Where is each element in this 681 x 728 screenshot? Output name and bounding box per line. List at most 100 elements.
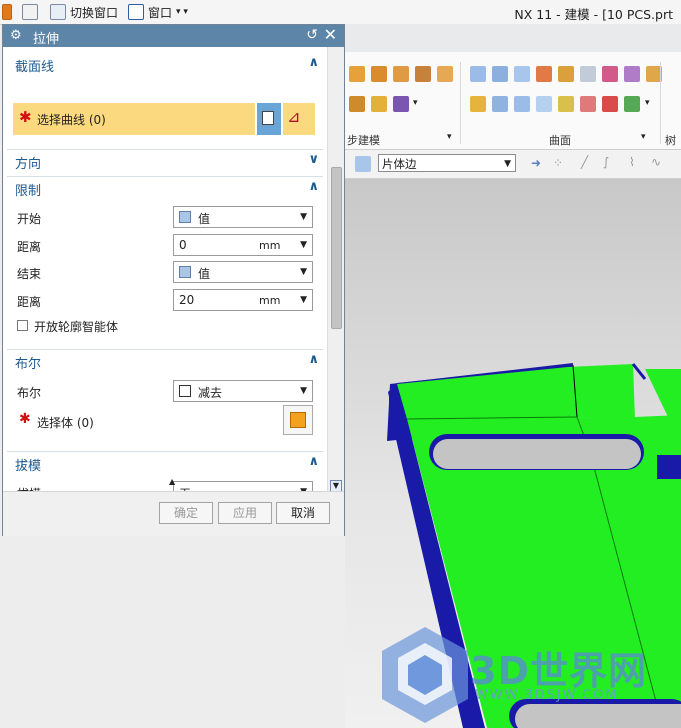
feature-icon-8[interactable]	[393, 96, 409, 112]
reset-icon[interactable]: ↺	[306, 27, 318, 43]
boolean-dropdown[interactable]: 减去 ▼	[173, 380, 313, 402]
section-header-curves[interactable]: 截面线 ∧	[7, 53, 323, 75]
arrow-right-icon[interactable]: ➜	[531, 156, 541, 170]
group-dropdown-icon[interactable]: ▾	[447, 132, 452, 142]
ribbon-group-label-sync: 步建模	[347, 134, 380, 147]
app-menu-icon[interactable]	[2, 4, 12, 20]
window-icon[interactable]	[128, 4, 145, 20]
start-option-dropdown[interactable]: 值 ▼	[173, 206, 313, 228]
snap-point-icon[interactable]: ⁘	[553, 156, 563, 170]
section-header-limits[interactable]: 限制 ∧	[7, 176, 323, 199]
chevron-down-icon[interactable]: ▼	[300, 240, 307, 250]
section-header-boolean[interactable]: 布尔 ∧	[7, 349, 323, 372]
watermark-logo	[380, 625, 470, 728]
close-icon[interactable]: ✕	[324, 25, 337, 44]
selection-filter-value: 片体边	[382, 157, 417, 171]
cancel-button[interactable]: 取消	[276, 502, 330, 524]
chevron-up-icon[interactable]: ∧	[308, 55, 319, 70]
section-label: 拔模	[15, 459, 42, 474]
quick-access-toolbar: 切换窗口 窗口 ▾ ▾	[2, 4, 188, 20]
expand-more-icon[interactable]: ▲	[169, 477, 175, 486]
surface-icon-2[interactable]	[492, 66, 508, 82]
surface-icon-17[interactable]	[624, 96, 640, 112]
surface-icon-12[interactable]	[514, 96, 530, 112]
chevron-down-icon[interactable]: ∨	[308, 152, 319, 167]
switch-window-icon[interactable]	[50, 4, 66, 20]
surface-icon-13[interactable]	[536, 96, 552, 112]
title-bar: 切换窗口 窗口 ▾ ▾ NX 11 - 建模 - [10 PCS.prt	[0, 0, 681, 25]
sketch-section-button[interactable]	[257, 103, 281, 135]
select-body-button[interactable]	[283, 405, 313, 435]
feature-icon-7[interactable]	[371, 96, 387, 112]
surface-icon-6[interactable]	[580, 66, 596, 82]
section-header-direction[interactable]: 方向 ∨	[7, 149, 323, 172]
feature-icon-1[interactable]	[349, 66, 365, 82]
brush-icon[interactable]	[22, 4, 38, 20]
apply-button[interactable]: 应用	[218, 502, 272, 524]
wave-icon[interactable]: ∿	[651, 155, 661, 169]
scrollbar-thumb[interactable]	[331, 167, 342, 329]
chevron-up-icon[interactable]: ∧	[308, 352, 319, 367]
end-label: 结束	[17, 267, 42, 281]
dialog-header[interactable]: ⚙ 拉伸 ↺ ✕	[3, 25, 344, 47]
curve-pick-icon: ⊿	[287, 107, 301, 126]
surface-group-dropdown-icon[interactable]: ▾	[641, 132, 646, 142]
surface-icon-5[interactable]	[558, 66, 574, 82]
spline-icon[interactable]: ⌇	[629, 155, 635, 169]
window-menu-dropdown-icon[interactable]: ▾ ▾	[176, 7, 188, 17]
chevron-down-icon: ▼	[504, 159, 511, 169]
curve-select-button[interactable]: ⊿	[283, 103, 315, 135]
feature-icon-5[interactable]	[437, 66, 453, 82]
dialog-scrollbar[interactable]: ▼	[327, 47, 344, 502]
value-cube-icon	[179, 211, 191, 223]
start-distance-input[interactable]: 0 mm ▼	[173, 234, 313, 256]
dialog-title: 拉伸	[33, 32, 60, 47]
surface-icon-16[interactable]	[602, 96, 618, 112]
start-option-value: 值	[198, 212, 211, 226]
ribbon: ▾ 步建模 ▾ ▾ 曲面 ▾ 树	[345, 24, 681, 150]
surface-icon-3[interactable]	[514, 66, 530, 82]
surface-icon-14[interactable]	[558, 96, 574, 112]
end-distance-label: 距离	[17, 295, 42, 309]
feature-icon-2[interactable]	[371, 66, 387, 82]
required-star-icon: ✱	[19, 411, 31, 427]
selection-filter-dropdown[interactable]: 片体边 ▼	[378, 154, 516, 172]
ok-button[interactable]: 确定	[159, 502, 213, 524]
curve-icon[interactable]: ∫	[603, 155, 609, 169]
surface-icon-11[interactable]	[492, 96, 508, 112]
selection-cube-icon[interactable]	[355, 156, 371, 172]
app-title: NX 11 - 建模 - [10 PCS.prt	[514, 7, 673, 22]
end-distance-value: 20	[179, 293, 195, 307]
end-option-value: 值	[198, 267, 211, 281]
section-label: 截面线	[15, 60, 55, 75]
gear-icon[interactable]: ⚙	[10, 28, 22, 43]
section-header-draft[interactable]: 拔模 ∧	[7, 451, 323, 474]
select-curve-field[interactable]: ✱ 选择曲线 (0)	[13, 103, 255, 135]
value-cube-icon	[179, 266, 191, 278]
more-dropdown-icon[interactable]: ▾	[413, 98, 418, 108]
selection-toolbar: 片体边 ▼ ➜ ⁘ ╱ ∫ ⌇ ∿	[345, 150, 681, 179]
end-distance-input[interactable]: 20 mm ▼	[173, 289, 313, 311]
surface-more-dropdown-icon[interactable]: ▾	[645, 98, 650, 108]
chevron-down-icon[interactable]: ▼	[300, 295, 307, 305]
surface-icon-1[interactable]	[470, 66, 486, 82]
feature-icon-3[interactable]	[393, 66, 409, 82]
dialog-body: 截面线 ∧ ✱ 选择曲线 (0) ⊿ 方向 ∨ 限制 ∧ 开始 值 ▼ 距离 0…	[3, 47, 326, 502]
switch-window-button[interactable]: 切换窗口	[70, 4, 118, 21]
chevron-up-icon[interactable]: ∧	[308, 454, 319, 469]
open-profile-label: 开放轮廓智能体	[34, 320, 119, 334]
line-icon[interactable]: ╱	[581, 155, 588, 169]
watermark-url: WWW.3DSJW.COM	[475, 688, 619, 703]
feature-icon-4[interactable]	[415, 66, 431, 82]
chevron-up-icon[interactable]: ∧	[308, 179, 319, 194]
feature-icon-6[interactable]	[349, 96, 365, 112]
window-menu[interactable]: 窗口	[148, 4, 172, 21]
surface-icon-8[interactable]	[624, 66, 640, 82]
surface-icon-10[interactable]	[470, 96, 486, 112]
chevron-down-icon: ▼	[300, 212, 307, 222]
surface-icon-7[interactable]	[602, 66, 618, 82]
end-option-dropdown[interactable]: 值 ▼	[173, 261, 313, 283]
open-profile-checkbox[interactable]	[17, 320, 28, 331]
surface-icon-4[interactable]	[536, 66, 552, 82]
surface-icon-15[interactable]	[580, 96, 596, 112]
